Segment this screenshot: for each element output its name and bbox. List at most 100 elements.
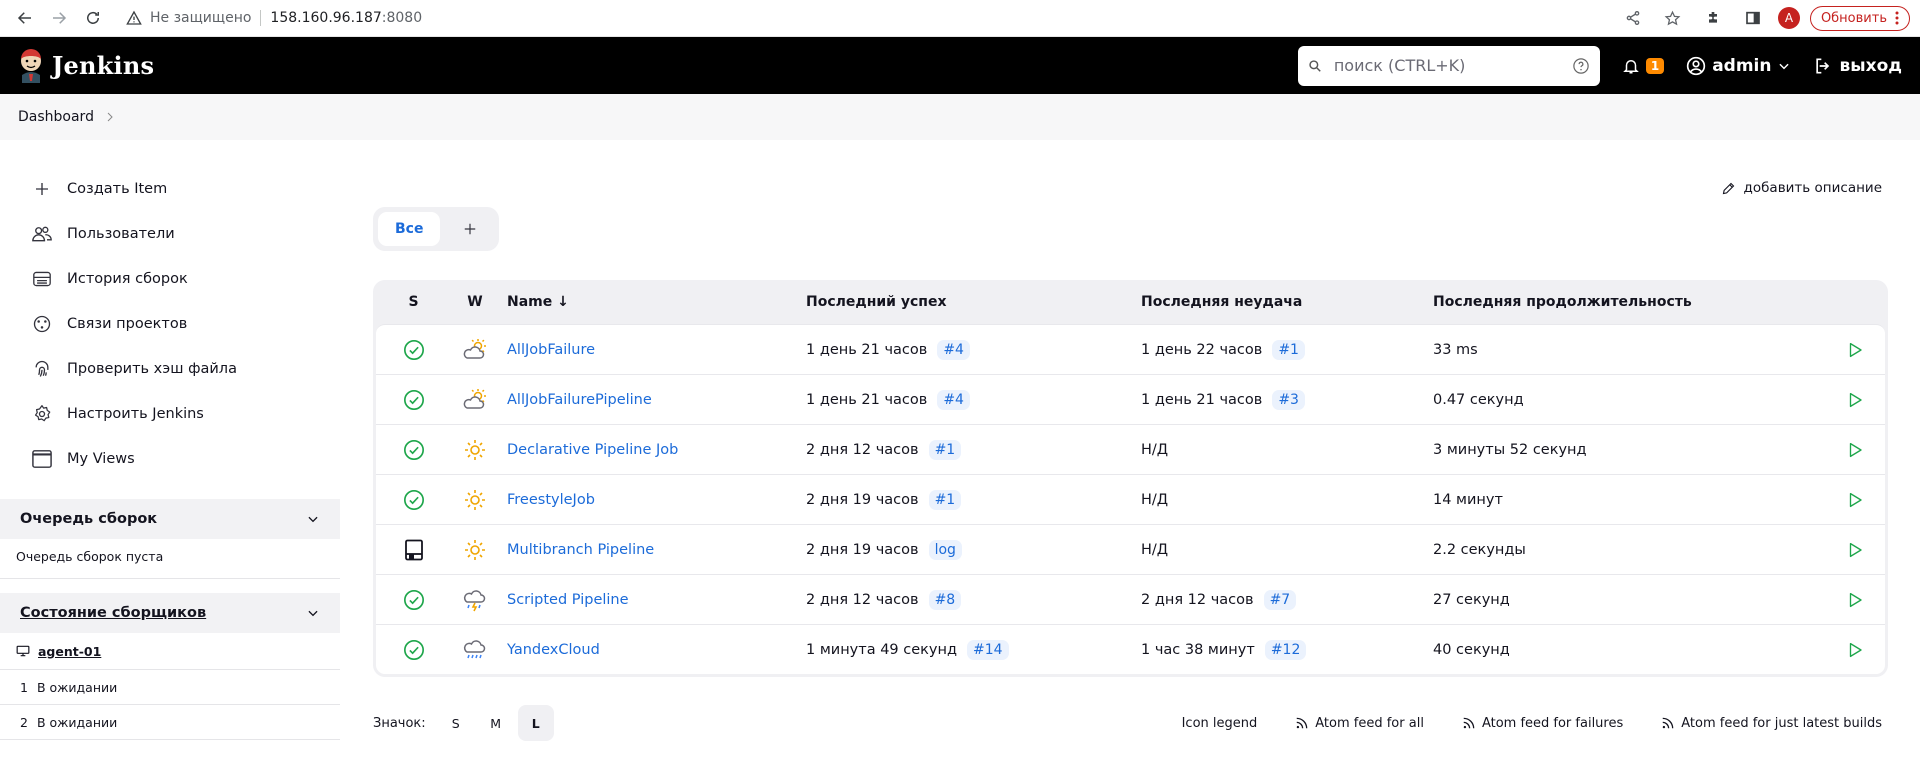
sun-icon[interactable] (451, 488, 499, 512)
executors-title[interactable]: Состояние сборщиков (20, 605, 206, 621)
reload-icon[interactable] (78, 3, 108, 33)
address-bar[interactable]: Не защищено 158.160.96.187:8080 (126, 10, 422, 26)
icon-size-l[interactable]: L (517, 705, 554, 741)
logout-button[interactable]: выход (1813, 56, 1902, 76)
job-name-link[interactable]: AllJobFailure (499, 342, 595, 358)
sidebar-item-users[interactable]: Пользователи (0, 211, 340, 256)
job-name-link[interactable]: AllJobFailurePipeline (499, 392, 652, 408)
sun-icon[interactable] (451, 538, 499, 562)
job-name-link[interactable]: Multibranch Pipeline (499, 542, 654, 558)
build-number-link[interactable]: #3 (1272, 389, 1305, 410)
success-check-icon[interactable] (376, 339, 451, 361)
add-description-button[interactable]: добавить описание (1721, 180, 1882, 196)
col-weather[interactable]: W (451, 280, 499, 324)
build-number-link[interactable]: #1 (928, 489, 962, 510)
col-last-success[interactable]: Последний успех (806, 280, 1141, 324)
run-cell (1825, 524, 1885, 574)
build-number-link[interactable]: #1 (1272, 339, 1305, 360)
breadcrumb-dashboard[interactable]: Dashboard (18, 109, 94, 125)
notifications-button[interactable]: 1 (1622, 56, 1665, 76)
search-input[interactable] (1333, 56, 1572, 75)
build-number-link[interactable]: #4 (937, 389, 970, 410)
table-header-row: S W Name ↓ Последний успех Последняя неу… (376, 280, 1885, 324)
sidebar-item-fingerprint[interactable]: Проверить хэш файла (0, 346, 340, 391)
profile-avatar[interactable]: A (1777, 7, 1800, 29)
play-icon[interactable] (1825, 341, 1885, 359)
col-name[interactable]: Name ↓ (499, 280, 806, 324)
feed-latest-link[interactable]: Atom feed for just latest builds (1661, 716, 1882, 731)
bookmark-star-icon[interactable] (1658, 3, 1688, 33)
feed-all-link[interactable]: Atom feed for all (1295, 716, 1424, 731)
build-number-link[interactable]: #7 (1263, 589, 1297, 610)
play-icon[interactable] (1825, 441, 1885, 459)
success-check-icon[interactable] (376, 389, 451, 411)
executors-header[interactable]: Состояние сборщиков (0, 593, 340, 633)
play-icon[interactable] (1825, 591, 1885, 609)
job-name-link[interactable]: YandexCloud (499, 642, 600, 658)
search-box[interactable] (1297, 45, 1600, 86)
col-last-duration[interactable]: Последняя продолжительность (1433, 280, 1825, 324)
icon-size-m[interactable]: M (478, 705, 514, 741)
agent-link[interactable]: agent-01 (0, 633, 340, 670)
sidebar-item-manage-jenkins[interactable]: Настроить Jenkins (0, 391, 340, 436)
sidepanel-icon[interactable] (1738, 3, 1768, 33)
last-duration-cell: 3 минуты 52 секунд (1433, 424, 1825, 474)
col-run (1825, 280, 1885, 324)
extensions-icon[interactable] (1698, 3, 1728, 33)
success-check-icon[interactable] (376, 639, 451, 661)
sun-icon[interactable] (451, 438, 499, 462)
build-number-link[interactable]: #12 (1264, 639, 1307, 660)
job-name-link[interactable]: FreestyleJob (499, 492, 595, 508)
feed-failures-link[interactable]: Atom feed for failures (1462, 716, 1623, 731)
partly-cloudy-icon[interactable] (451, 338, 499, 362)
success-check-icon[interactable] (376, 439, 451, 461)
build-number-link[interactable]: log (928, 539, 962, 560)
folder-icon[interactable] (376, 539, 451, 561)
chevron-down-icon[interactable] (306, 606, 320, 620)
play-icon[interactable] (1825, 641, 1885, 659)
feed-all-label: Atom feed for all (1315, 715, 1424, 731)
build-queue-header[interactable]: Очередь сборок (0, 499, 340, 539)
play-icon[interactable] (1825, 391, 1885, 409)
jobs-footer: Значок: S M L Icon legend Atom feed for … (373, 705, 1888, 741)
icon-legend-link[interactable]: Icon legend (1182, 716, 1258, 731)
jenkins-home-link[interactable]: Jenkins (18, 48, 154, 83)
chevron-right-icon[interactable] (104, 111, 116, 123)
sidebar-item-my-views[interactable]: My Views (0, 436, 340, 481)
col-status[interactable]: S (376, 280, 451, 324)
agent-name: agent-01 (38, 643, 102, 659)
build-number-link[interactable]: #4 (937, 339, 970, 360)
sidebar-item-new-item[interactable]: Создать Item (0, 166, 340, 211)
last-duration-cell: 33 ms (1433, 324, 1825, 374)
sidebar-item-label: Настроить Jenkins (67, 405, 204, 422)
help-icon[interactable] (1572, 57, 1590, 75)
success-check-icon[interactable] (376, 489, 451, 511)
sidebar-item-build-history[interactable]: История сборок (0, 256, 340, 301)
partly-cloudy-icon[interactable] (451, 388, 499, 412)
tab-all[interactable]: Все (378, 212, 441, 246)
rain-icon[interactable] (451, 637, 499, 663)
update-button[interactable]: Обновить (1809, 5, 1910, 31)
play-icon[interactable] (1825, 491, 1885, 509)
build-number-link[interactable]: #8 (928, 589, 962, 610)
forward-icon[interactable] (44, 3, 74, 33)
icon-size-s[interactable]: S (438, 705, 474, 741)
run-cell (1825, 324, 1885, 374)
share-icon[interactable] (1618, 3, 1648, 33)
back-icon[interactable] (10, 3, 40, 33)
thunderstorm-icon[interactable] (451, 587, 499, 613)
play-icon[interactable] (1825, 541, 1885, 559)
col-last-failure[interactable]: Последняя неудача (1141, 280, 1433, 324)
build-number-link[interactable]: #14 (967, 639, 1009, 660)
success-check-icon[interactable] (376, 589, 451, 611)
add-view-button[interactable] (446, 212, 494, 246)
last-duration-cell: 2.2 секунды (1433, 524, 1825, 574)
chevron-down-icon[interactable] (306, 512, 320, 526)
users-icon (31, 224, 53, 244)
sidebar-item-project-relationship[interactable]: Связи проектов (0, 301, 340, 346)
job-name-link[interactable]: Declarative Pipeline Job (499, 442, 678, 458)
job-name-link[interactable]: Scripted Pipeline (499, 592, 629, 608)
status-cell (376, 474, 451, 524)
build-number-link[interactable]: #1 (928, 439, 962, 460)
user-menu[interactable]: admin (1686, 56, 1791, 76)
